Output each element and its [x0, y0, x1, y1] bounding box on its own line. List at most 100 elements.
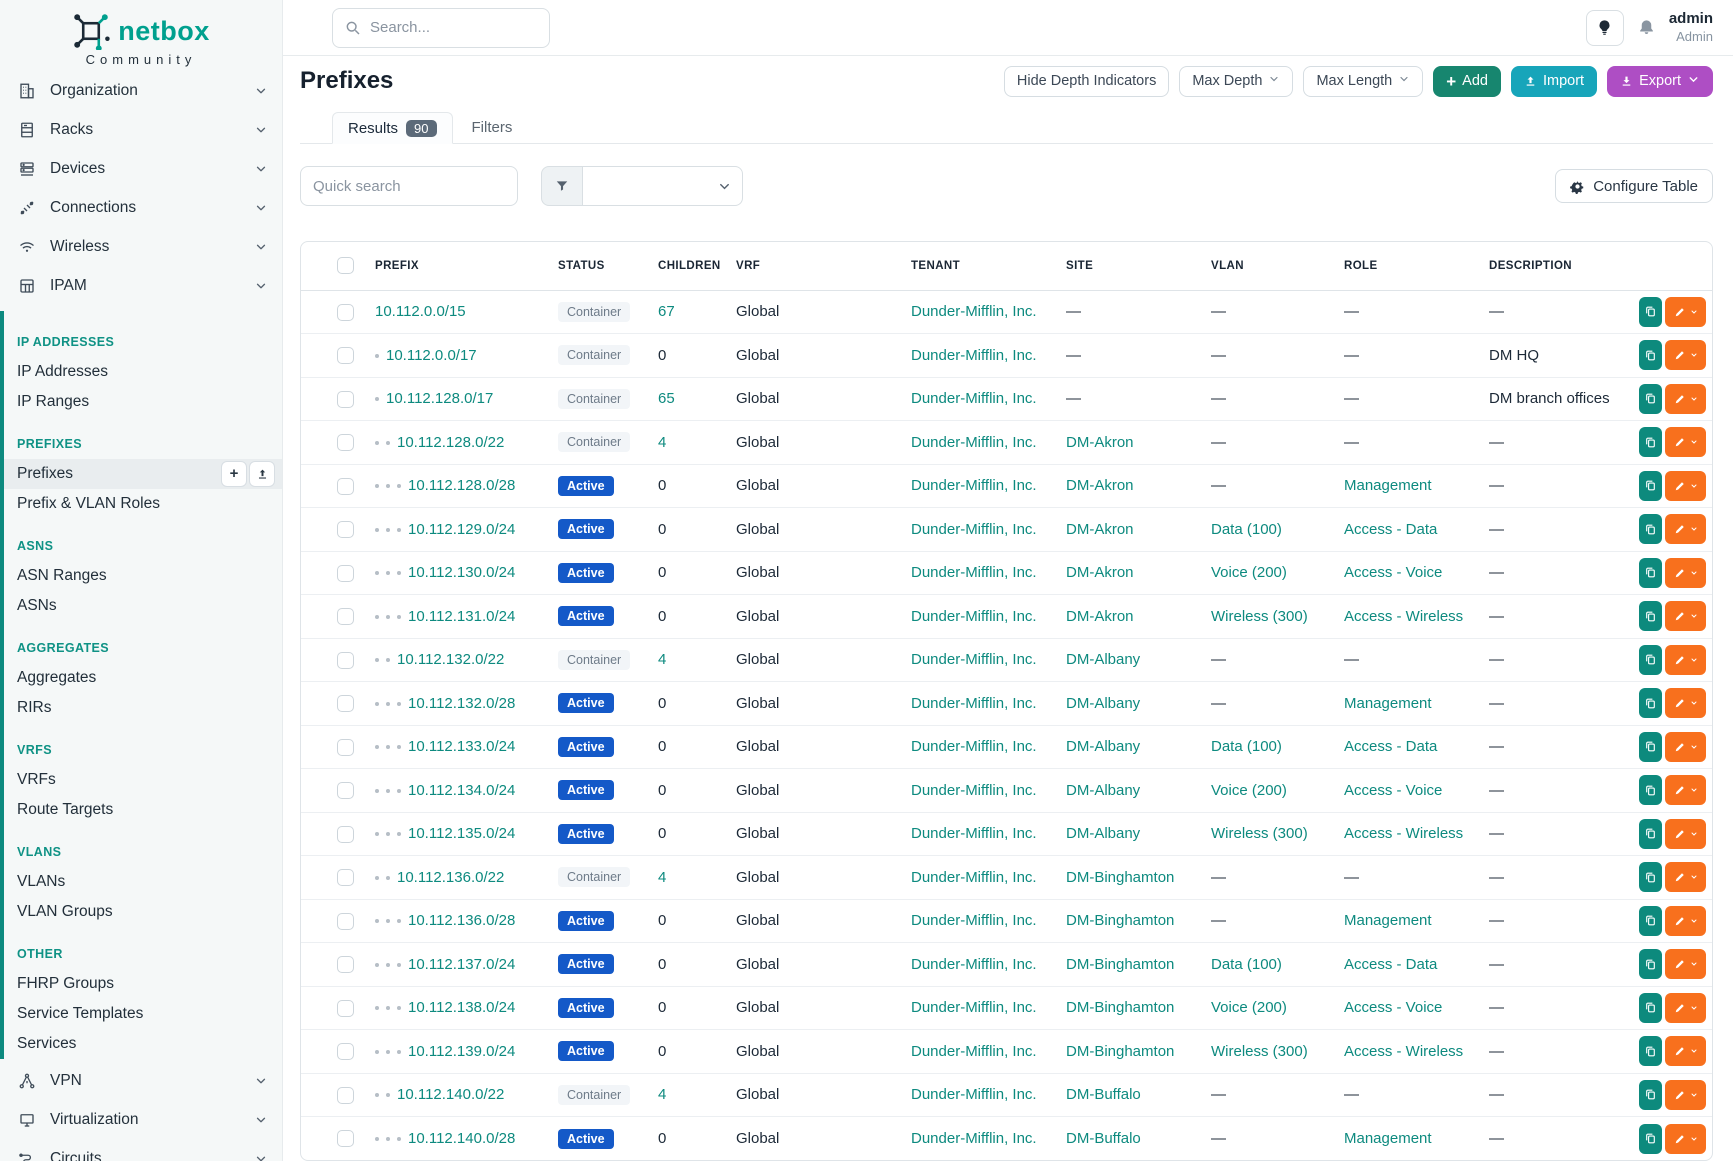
tab-filters[interactable]: Filters: [453, 111, 532, 143]
column-header-children[interactable]: CHILDREN: [648, 242, 726, 290]
global-search[interactable]: [332, 8, 550, 48]
column-header-prefix[interactable]: PREFIX: [365, 242, 548, 290]
prefix-link[interactable]: 10.112.132.0/22: [397, 651, 504, 668]
saved-filter-select[interactable]: [583, 166, 743, 206]
site-link[interactable]: DM-Akron: [1066, 564, 1134, 581]
children-count-link[interactable]: 67: [658, 303, 675, 320]
clone-button[interactable]: [1639, 1124, 1662, 1154]
vlan-link[interactable]: Data (100): [1211, 738, 1282, 755]
column-header-status[interactable]: STATUS: [548, 242, 648, 290]
vlan-link[interactable]: Voice (200): [1211, 782, 1287, 799]
edit-button[interactable]: [1665, 1036, 1706, 1066]
sidebar-item-vlans[interactable]: VLANs: [4, 867, 282, 897]
sidebar-item-prefix-vlan-roles[interactable]: Prefix & VLAN Roles: [4, 489, 282, 519]
sidebar-item-aggregates[interactable]: Aggregates: [4, 663, 282, 693]
quick-import-button[interactable]: [249, 461, 275, 487]
vlan-link[interactable]: Voice (200): [1211, 999, 1287, 1016]
children-count-link[interactable]: 4: [658, 434, 666, 451]
vlan-link[interactable]: Data (100): [1211, 956, 1282, 973]
edit-button[interactable]: [1665, 340, 1706, 370]
quick-add-button[interactable]: +: [221, 461, 247, 487]
site-link[interactable]: DM-Albany: [1066, 651, 1140, 668]
prefix-link[interactable]: 10.112.128.0/22: [397, 434, 504, 451]
sidebar-item-ip-addresses[interactable]: IP Addresses: [4, 357, 282, 387]
global-search-input[interactable]: [370, 19, 537, 36]
sidebar-item-ipam[interactable]: IPAM: [0, 266, 282, 305]
vlan-link[interactable]: Data (100): [1211, 521, 1282, 538]
clone-button[interactable]: [1639, 340, 1662, 370]
vlan-link[interactable]: Wireless (300): [1211, 1043, 1308, 1060]
row-checkbox[interactable]: [337, 521, 354, 538]
sidebar-item-wireless[interactable]: Wireless: [0, 227, 282, 266]
row-checkbox[interactable]: [337, 739, 354, 756]
prefix-link[interactable]: 10.112.137.0/24: [408, 956, 515, 973]
tenant-link[interactable]: Dunder-Mifflin, Inc.: [911, 869, 1037, 886]
row-checkbox[interactable]: [337, 304, 354, 321]
children-count-link[interactable]: 4: [658, 1086, 666, 1103]
role-link[interactable]: Management: [1344, 695, 1432, 712]
sidebar-item-organization[interactable]: Organization: [0, 71, 282, 110]
brand[interactable]: netbox Community: [0, 0, 282, 71]
edit-button[interactable]: [1665, 514, 1706, 544]
sidebar-item-prefixes[interactable]: Prefixes+: [4, 459, 282, 489]
tenant-link[interactable]: Dunder-Mifflin, Inc.: [911, 695, 1037, 712]
edit-button[interactable]: [1665, 1124, 1706, 1154]
tenant-link[interactable]: Dunder-Mifflin, Inc.: [911, 347, 1037, 364]
sidebar-item-fhrp-groups[interactable]: FHRP Groups: [4, 969, 282, 999]
clone-button[interactable]: [1639, 558, 1662, 588]
clone-button[interactable]: [1639, 384, 1662, 414]
role-link[interactable]: Access - Voice: [1344, 564, 1442, 581]
vlan-link[interactable]: Voice (200): [1211, 564, 1287, 581]
edit-button[interactable]: [1665, 688, 1706, 718]
row-checkbox[interactable]: [337, 1043, 354, 1060]
sidebar-item-circuits[interactable]: Circuits: [0, 1139, 282, 1161]
sidebar-item-asns[interactable]: ASNs: [4, 591, 282, 621]
sidebar-item-virtualization[interactable]: Virtualization: [0, 1100, 282, 1139]
clone-button[interactable]: [1639, 297, 1662, 327]
row-checkbox[interactable]: [337, 956, 354, 973]
clone-button[interactable]: [1639, 949, 1662, 979]
tenant-link[interactable]: Dunder-Mifflin, Inc.: [911, 477, 1037, 494]
site-link[interactable]: DM-Albany: [1066, 825, 1140, 842]
site-link[interactable]: DM-Binghamton: [1066, 1043, 1174, 1060]
tab-results[interactable]: Results90: [332, 112, 453, 144]
tenant-link[interactable]: Dunder-Mifflin, Inc.: [911, 1043, 1037, 1060]
export-button[interactable]: Export: [1607, 66, 1713, 97]
tenant-link[interactable]: Dunder-Mifflin, Inc.: [911, 782, 1037, 799]
tenant-link[interactable]: Dunder-Mifflin, Inc.: [911, 738, 1037, 755]
prefix-link[interactable]: 10.112.138.0/24: [408, 999, 515, 1016]
tenant-link[interactable]: Dunder-Mifflin, Inc.: [911, 651, 1037, 668]
prefix-link[interactable]: 10.112.139.0/24: [408, 1043, 515, 1060]
edit-button[interactable]: [1665, 906, 1706, 936]
sidebar-item-vpn[interactable]: VPN: [0, 1061, 282, 1100]
tenant-link[interactable]: Dunder-Mifflin, Inc.: [911, 1086, 1037, 1103]
row-checkbox[interactable]: [337, 565, 354, 582]
tenant-link[interactable]: Dunder-Mifflin, Inc.: [911, 912, 1037, 929]
prefix-link[interactable]: 10.112.133.0/24: [408, 738, 515, 755]
sidebar-item-services[interactable]: Services: [4, 1029, 282, 1059]
prefix-link[interactable]: 10.112.130.0/24: [408, 564, 515, 581]
row-checkbox[interactable]: [337, 434, 354, 451]
prefix-link[interactable]: 10.112.0.0/15: [375, 303, 466, 320]
quick-search-input[interactable]: [300, 166, 518, 206]
role-link[interactable]: Access - Voice: [1344, 782, 1442, 799]
edit-button[interactable]: [1665, 993, 1706, 1023]
tenant-link[interactable]: Dunder-Mifflin, Inc.: [911, 825, 1037, 842]
role-link[interactable]: Access - Data: [1344, 956, 1437, 973]
sidebar-item-racks[interactable]: Racks: [0, 110, 282, 149]
row-checkbox[interactable]: [337, 391, 354, 408]
notifications-button[interactable]: [1637, 18, 1656, 37]
prefix-link[interactable]: 10.112.140.0/22: [397, 1086, 504, 1103]
column-header-vrf[interactable]: VRF: [726, 242, 901, 290]
prefix-link[interactable]: 10.112.136.0/22: [397, 869, 504, 886]
row-checkbox[interactable]: [337, 347, 354, 364]
children-count-link[interactable]: 65: [658, 390, 675, 407]
clone-button[interactable]: [1639, 1080, 1662, 1110]
max-length-dropdown[interactable]: Max Length: [1303, 66, 1423, 97]
row-checkbox[interactable]: [337, 826, 354, 843]
row-checkbox[interactable]: [337, 608, 354, 625]
clone-button[interactable]: [1639, 645, 1662, 675]
edit-button[interactable]: [1665, 819, 1706, 849]
row-checkbox[interactable]: [337, 913, 354, 930]
tenant-link[interactable]: Dunder-Mifflin, Inc.: [911, 1130, 1037, 1147]
